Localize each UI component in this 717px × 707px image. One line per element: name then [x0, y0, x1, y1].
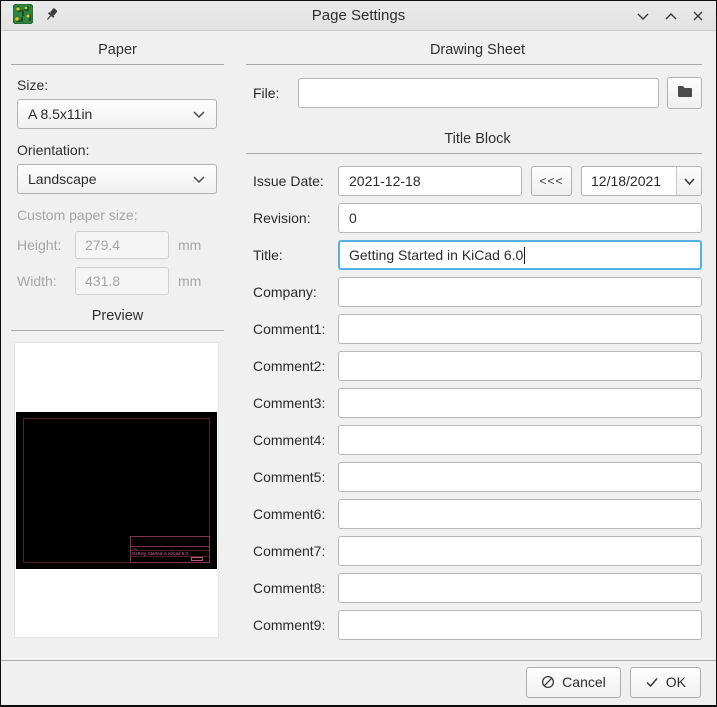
titlebar[interactable]: Page Settings	[1, 1, 716, 31]
kicad-logo-icon	[12, 3, 34, 27]
paper-section-header: Paper	[98, 42, 137, 58]
comment4-row: Comment4:	[253, 425, 702, 455]
comment1-label: Comment1:	[253, 321, 326, 337]
comment9-label: Comment9:	[253, 617, 326, 633]
comment8-input[interactable]	[338, 573, 702, 603]
comment4-label: Comment4:	[253, 432, 326, 448]
height-input	[75, 231, 169, 259]
paper-size-select[interactable]: A 8.5x11in	[17, 99, 217, 129]
ok-button[interactable]: OK	[629, 666, 701, 698]
custom-paper-size-group: Custom paper size: Height: mm Width: mm	[17, 207, 218, 295]
comment1-row: Comment1:	[253, 314, 702, 344]
file-input[interactable]	[298, 78, 659, 108]
company-label: Company:	[253, 284, 317, 300]
company-input[interactable]	[338, 277, 702, 307]
preview-rev-box	[191, 557, 203, 561]
comment2-row: Comment2:	[253, 351, 702, 381]
page-preview: Title: Getting Started in KiCad 6.0	[15, 343, 218, 637]
close-icon[interactable]	[692, 10, 704, 22]
minimize-icon[interactable]	[636, 11, 650, 21]
divider	[246, 64, 702, 65]
height-unit: mm	[178, 237, 202, 253]
dialog-footer: Cancel OK	[1, 660, 716, 705]
divider	[246, 153, 702, 154]
height-label: Height:	[17, 237, 62, 253]
comment5-input[interactable]	[338, 462, 702, 492]
text-cursor	[524, 246, 526, 264]
comment9-row: Comment9:	[253, 610, 702, 640]
width-input	[75, 267, 169, 295]
chevron-down-icon	[192, 106, 206, 122]
revision-input[interactable]	[338, 203, 702, 233]
issue-date-row: Issue Date: <<< 12/18/2021	[253, 166, 702, 196]
width-unit: mm	[178, 273, 202, 289]
title-label: Title:	[253, 247, 283, 263]
comment7-label: Comment7:	[253, 543, 326, 559]
check-icon	[645, 676, 659, 688]
revision-label: Revision:	[253, 210, 311, 226]
preview-sheet: Title: Getting Started in KiCad 6.0	[16, 412, 217, 569]
title-block-header: Title Block	[444, 131, 511, 147]
drawing-sheet-header: Drawing Sheet	[429, 42, 526, 58]
comment2-label: Comment2:	[253, 358, 326, 374]
chevron-down-icon[interactable]	[676, 167, 701, 195]
title-input[interactable]: Getting Started in KiCad 6.0	[338, 240, 702, 270]
cancel-icon	[541, 675, 555, 689]
issue-date-input[interactable]	[338, 166, 522, 196]
maximize-icon[interactable]	[664, 11, 678, 21]
comment6-input[interactable]	[338, 499, 702, 529]
page-settings-dialog: Page Settings Paper Size: A 8.5x11in Ori…	[0, 0, 717, 707]
browse-file-button[interactable]	[667, 77, 702, 109]
cancel-button[interactable]: Cancel	[526, 666, 621, 698]
pin-icon[interactable]	[44, 7, 59, 25]
cancel-button-label: Cancel	[562, 674, 606, 690]
comment8-row: Comment8:	[253, 573, 702, 603]
file-label: File:	[253, 85, 280, 101]
comment3-label: Comment3:	[253, 395, 326, 411]
date-picker[interactable]: 12/18/2021	[581, 166, 702, 196]
comment2-input[interactable]	[338, 351, 702, 381]
window-title: Page Settings	[311, 7, 406, 24]
issue-date-label: Issue Date:	[253, 173, 324, 189]
comment6-label: Comment6:	[253, 506, 326, 522]
comment7-row: Comment7:	[253, 536, 702, 566]
preview-section-header: Preview	[91, 308, 144, 324]
comment8-label: Comment8:	[253, 580, 326, 596]
comment1-input[interactable]	[338, 314, 702, 344]
date-picker-value: 12/18/2021	[591, 173, 662, 189]
title-input-value: Getting Started in KiCad 6.0	[349, 247, 524, 263]
drawing-sheet-panel: Drawing Sheet File: Title Block Issue Da…	[234, 31, 716, 660]
chevron-down-icon	[192, 171, 206, 187]
comment5-row: Comment5:	[253, 462, 702, 492]
title-row: Title: Getting Started in KiCad 6.0	[253, 240, 702, 270]
comment3-input[interactable]	[338, 388, 702, 418]
preview-title-block: Title: Getting Started in KiCad 6.0	[130, 536, 210, 563]
orientation-label: Orientation:	[17, 142, 90, 158]
custom-paper-size-label: Custom paper size:	[17, 207, 138, 223]
paper-size-value: A 8.5x11in	[28, 106, 93, 122]
comment6-row: Comment6:	[253, 499, 702, 529]
revision-row: Revision:	[253, 203, 702, 233]
company-row: Company:	[253, 277, 702, 307]
orientation-select[interactable]: Landscape	[17, 164, 217, 194]
comment7-input[interactable]	[338, 536, 702, 566]
divider	[11, 330, 224, 331]
ok-button-label: OK	[665, 674, 686, 690]
comment4-input[interactable]	[338, 425, 702, 455]
comment5-label: Comment5:	[253, 469, 326, 485]
comment9-input[interactable]	[338, 610, 702, 640]
paper-panel: Paper Size: A 8.5x11in Orientation: Land…	[1, 31, 234, 660]
width-label: Width:	[17, 273, 57, 289]
copy-date-button[interactable]: <<<	[531, 166, 572, 196]
orientation-value: Landscape	[28, 171, 97, 187]
folder-icon	[677, 85, 693, 101]
size-label: Size:	[17, 77, 49, 93]
comment3-row: Comment3:	[253, 388, 702, 418]
